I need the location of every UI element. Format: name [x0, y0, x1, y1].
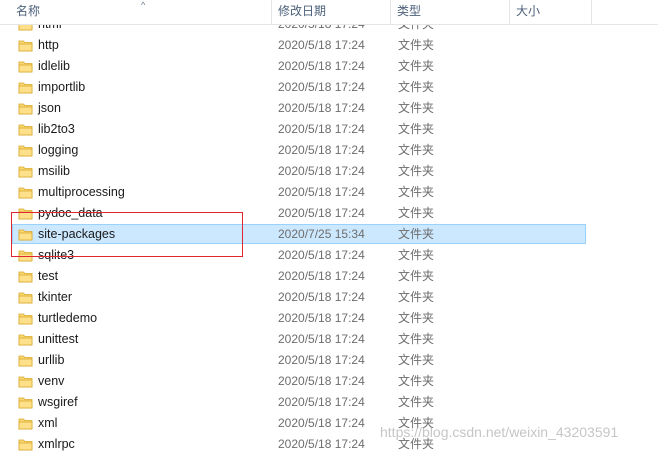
modified-date: 2020/5/18 17:24	[278, 311, 365, 325]
modified-date: 2020/5/18 17:24	[278, 248, 365, 262]
modified-date: 2020/5/18 17:24	[278, 332, 365, 346]
file-name: venv	[38, 374, 65, 388]
modified-date: 2020/5/18 17:24	[278, 80, 365, 94]
modified-date: 2020/5/18 17:24	[278, 59, 365, 73]
file-name: lib2to3	[38, 122, 75, 136]
folder-icon	[18, 334, 33, 346]
file-name: unittest	[38, 332, 79, 346]
file-name: http	[38, 38, 59, 52]
column-header-name-label: 名称	[16, 4, 41, 18]
file-name: importlib	[38, 80, 86, 94]
file-explorer: html2020/5/18 17:24文件夹http2020/5/18 17:2…	[0, 0, 658, 453]
modified-date: 2020/5/18 17:24	[278, 143, 365, 157]
list-item[interactable]: test 2020/5/18 17:24 文件夹	[0, 266, 658, 287]
modified-date: 2020/5/18 17:24	[278, 374, 365, 388]
list-item[interactable]: json 2020/5/18 17:24 文件夹	[0, 98, 658, 119]
list-item[interactable]: turtledemo 2020/5/18 17:24 文件夹	[0, 308, 658, 329]
file-name: turtledemo	[38, 311, 98, 325]
modified-date: 2020/5/18 17:24	[278, 416, 365, 430]
modified-date: 2020/5/18 17:24	[278, 122, 365, 136]
file-type: 文件夹	[398, 248, 435, 262]
file-type: 文件夹	[398, 395, 435, 409]
file-name: xmlrpc	[38, 437, 75, 451]
red-annotation-box	[11, 212, 243, 257]
folder-icon	[18, 418, 33, 430]
file-name: multiprocessing	[38, 185, 125, 199]
modified-date: 2020/5/18 17:24	[278, 290, 365, 304]
list-item[interactable]: unittest 2020/5/18 17:24 文件夹	[0, 329, 658, 350]
list-item[interactable]: wsgiref 2020/5/18 17:24 文件夹	[0, 392, 658, 413]
modified-date: 2020/5/18 17:24	[278, 206, 365, 220]
file-type: 文件夹	[398, 164, 435, 178]
file-type: 文件夹	[398, 38, 435, 52]
file-type: 文件夹	[398, 332, 435, 346]
column-header-bar: 名称 ^ 修改日期 类型 大小	[0, 0, 658, 25]
folder-icon	[18, 292, 33, 304]
list-item[interactable]: importlib 2020/5/18 17:24 文件夹	[0, 77, 658, 98]
folder-icon	[18, 124, 33, 136]
file-type: 文件夹	[398, 143, 435, 157]
file-type: 文件夹	[398, 374, 435, 388]
folder-icon	[18, 397, 33, 409]
folder-icon	[18, 61, 33, 73]
folder-icon	[18, 40, 33, 52]
file-type: 文件夹	[398, 122, 435, 136]
modified-date: 2020/5/18 17:24	[278, 269, 365, 283]
list-item[interactable]: idlelib 2020/5/18 17:24 文件夹	[0, 56, 658, 77]
modified-date: 2020/5/18 17:24	[278, 101, 365, 115]
file-type: 文件夹	[398, 59, 435, 73]
list-item[interactable]: http 2020/5/18 17:24 文件夹	[0, 35, 658, 56]
folder-icon	[18, 355, 33, 367]
file-name: xml	[38, 416, 58, 430]
file-type: 文件夹	[398, 227, 435, 241]
modified-date: 2020/5/18 17:24	[278, 437, 365, 451]
file-name: tkinter	[38, 290, 73, 304]
folder-icon	[18, 271, 33, 283]
file-name: logging	[38, 143, 79, 157]
modified-date: 2020/5/18 17:24	[278, 395, 365, 409]
list-item[interactable]: venv 2020/5/18 17:24 文件夹	[0, 371, 658, 392]
folder-icon	[18, 187, 33, 199]
file-name: json	[38, 101, 61, 115]
file-type: 文件夹	[398, 269, 435, 283]
column-header-date[interactable]: 修改日期	[272, 0, 391, 24]
file-name: msilib	[38, 164, 70, 178]
column-header-size[interactable]: 大小	[510, 0, 592, 24]
modified-date: 2020/5/18 17:24	[278, 38, 365, 52]
sort-up-icon: ^	[141, 0, 146, 10]
file-type: 文件夹	[398, 206, 435, 220]
list-item[interactable]: lib2to3 2020/5/18 17:24 文件夹	[0, 119, 658, 140]
folder-icon	[18, 439, 33, 451]
folder-icon	[18, 166, 33, 178]
modified-date: 2020/5/18 17:24	[278, 353, 365, 367]
folder-icon	[18, 145, 33, 157]
file-type: 文件夹	[398, 185, 435, 199]
folder-icon	[18, 103, 33, 115]
file-name: urllib	[38, 353, 65, 367]
column-header-type[interactable]: 类型	[391, 0, 510, 24]
file-name: test	[38, 269, 59, 283]
file-name: wsgiref	[38, 395, 78, 409]
list-item[interactable]: urllib 2020/5/18 17:24 文件夹	[0, 350, 658, 371]
file-type: 文件夹	[398, 101, 435, 115]
list-item[interactable]: tkinter 2020/5/18 17:24 文件夹	[0, 287, 658, 308]
watermark: https://blog.csdn.net/weixin_43203591	[380, 424, 619, 440]
file-type: 文件夹	[398, 80, 435, 94]
modified-date: 2020/5/18 17:24	[278, 164, 365, 178]
list-item[interactable]: logging 2020/5/18 17:24 文件夹	[0, 140, 658, 161]
folder-icon	[18, 376, 33, 388]
column-header-name[interactable]: 名称 ^	[10, 0, 272, 24]
folder-icon	[18, 82, 33, 94]
modified-date: 2020/7/25 15:34	[278, 227, 365, 241]
file-type: 文件夹	[398, 311, 435, 325]
file-type: 文件夹	[398, 290, 435, 304]
folder-icon	[18, 313, 33, 325]
file-type: 文件夹	[398, 353, 435, 367]
list-item[interactable]: multiprocessing 2020/5/18 17:24 文件夹	[0, 182, 658, 203]
file-name: idlelib	[38, 59, 70, 73]
list-item[interactable]: msilib 2020/5/18 17:24 文件夹	[0, 161, 658, 182]
modified-date: 2020/5/18 17:24	[278, 185, 365, 199]
